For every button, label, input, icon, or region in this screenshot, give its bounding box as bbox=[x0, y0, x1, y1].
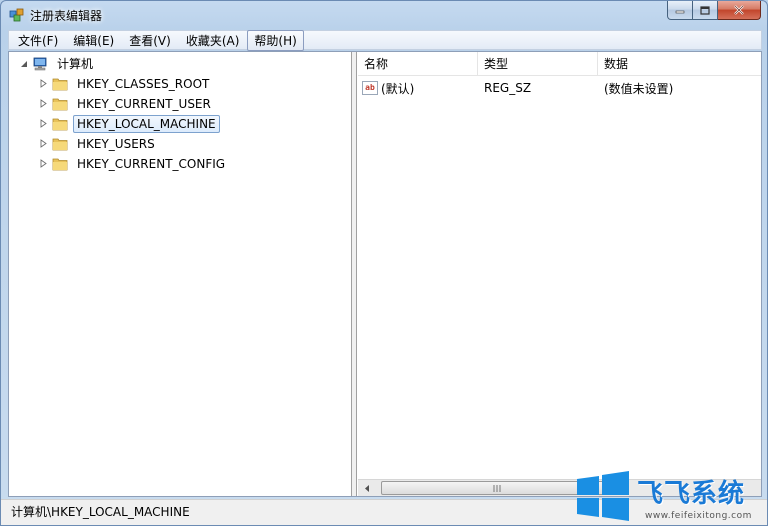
title-bar[interactable]: 注册表编辑器 bbox=[1, 1, 767, 29]
computer-icon bbox=[33, 57, 47, 70]
folder-icon bbox=[52, 98, 68, 110]
folder-icon bbox=[52, 78, 68, 90]
menu-help[interactable]: 帮助(H) bbox=[247, 29, 304, 51]
grip-icon bbox=[493, 484, 501, 492]
folder-icon bbox=[52, 138, 68, 150]
close-icon bbox=[734, 5, 744, 15]
tree-key-local-machine[interactable]: HKEY_LOCAL_MACHINE bbox=[39, 114, 220, 133]
value-data: (数值未设置) bbox=[604, 81, 674, 96]
minimize-button[interactable] bbox=[667, 1, 693, 20]
column-header-type[interactable]: 类型 bbox=[478, 52, 598, 76]
value-type: REG_SZ bbox=[484, 81, 532, 95]
registry-editor-window: 注册表编辑器 文件(F) 编辑(E) 查看(V) 收藏夹(A) 帮助(H) 计算… bbox=[0, 0, 768, 526]
scroll-left-button[interactable] bbox=[358, 480, 375, 496]
windows-logo-icon bbox=[577, 471, 629, 521]
value-name-cell: ab (默认) bbox=[358, 80, 478, 97]
tree-key-classes-root[interactable]: HKEY_CLASSES_ROOT bbox=[39, 74, 213, 93]
menu-favorites[interactable]: 收藏夹(A) bbox=[179, 30, 247, 51]
client-area: 计算机 HKEY_CLASSES_ROOT HKEY_CURRENT_USER bbox=[8, 51, 762, 497]
tree-key-label: HKEY_CURRENT_USER bbox=[77, 96, 211, 111]
expand-triangle-icon[interactable] bbox=[39, 99, 48, 108]
expand-triangle-icon[interactable] bbox=[39, 139, 48, 148]
column-header-data[interactable]: 数据 bbox=[598, 52, 761, 76]
menu-view[interactable]: 查看(V) bbox=[122, 30, 178, 51]
value-row[interactable]: ab (默认) REG_SZ (数值未设置) bbox=[358, 78, 761, 98]
string-value-icon: ab bbox=[362, 81, 378, 95]
column-header-row: 名称 类型 数据 bbox=[358, 52, 761, 76]
column-header-name[interactable]: 名称 bbox=[358, 52, 478, 76]
expand-triangle-icon[interactable] bbox=[39, 79, 48, 88]
tree-key-current-config[interactable]: HKEY_CURRENT_CONFIG bbox=[39, 154, 229, 173]
folder-icon bbox=[52, 118, 68, 130]
expand-triangle-icon[interactable] bbox=[39, 119, 48, 128]
caption-buttons bbox=[667, 1, 761, 20]
window-title: 注册表编辑器 bbox=[30, 9, 103, 23]
tree-key-users[interactable]: HKEY_USERS bbox=[39, 134, 159, 153]
tree-key-current-user[interactable]: HKEY_CURRENT_USER bbox=[39, 94, 215, 113]
pane-splitter[interactable] bbox=[352, 52, 357, 496]
menu-bar: 文件(F) 编辑(E) 查看(V) 收藏夹(A) 帮助(H) bbox=[8, 29, 762, 51]
collapse-triangle-icon[interactable] bbox=[19, 59, 28, 68]
menu-file[interactable]: 文件(F) bbox=[11, 30, 65, 51]
maximize-icon bbox=[700, 5, 710, 15]
tree-key-label: HKEY_USERS bbox=[77, 136, 155, 151]
expand-triangle-icon[interactable] bbox=[39, 159, 48, 168]
close-button[interactable] bbox=[718, 1, 761, 20]
regedit-app-icon bbox=[9, 8, 24, 22]
tree-key-label: HKEY_CLASSES_ROOT bbox=[77, 76, 210, 91]
menu-edit[interactable]: 编辑(E) bbox=[66, 30, 121, 51]
status-path: 计算机\HKEY_LOCAL_MACHINE bbox=[11, 505, 190, 519]
scroll-left-arrow-icon bbox=[364, 484, 369, 492]
site-watermark: 飞飞系统 www.feifeixitong.com bbox=[575, 471, 767, 525]
folder-icon bbox=[52, 158, 68, 170]
minimize-icon bbox=[675, 10, 685, 14]
key-tree-pane[interactable]: 计算机 HKEY_CLASSES_ROOT HKEY_CURRENT_USER bbox=[9, 52, 352, 496]
tree-root-computer[interactable]: 计算机 bbox=[19, 54, 97, 73]
maximize-button[interactable] bbox=[693, 1, 718, 20]
watermark-url: www.feifeixitong.com bbox=[645, 511, 752, 521]
tree-root-label: 计算机 bbox=[57, 57, 94, 71]
watermark-brand: 飞飞系统 bbox=[637, 479, 746, 509]
tree-key-label-selected: HKEY_LOCAL_MACHINE bbox=[73, 114, 220, 133]
value-list-pane[interactable]: 名称 类型 数据 ab (默认) REG_SZ (数值未设置) bbox=[358, 52, 761, 496]
value-name: (默认) bbox=[381, 81, 415, 96]
tree-key-label: HKEY_CURRENT_CONFIG bbox=[77, 156, 226, 171]
